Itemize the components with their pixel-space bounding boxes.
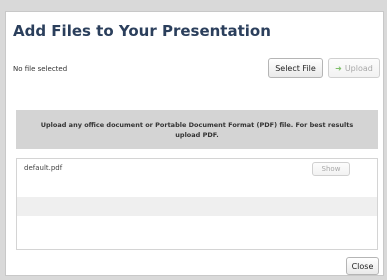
upload-button[interactable]: ➜ Upload: [328, 58, 380, 78]
show-label: Show: [321, 165, 341, 173]
file-name: default.pdf: [24, 164, 63, 172]
dialog-title: Add Files to Your Presentation: [13, 22, 271, 40]
upload-label: Upload: [344, 63, 373, 73]
arrow-right-icon: ➜: [335, 63, 342, 73]
list-item-empty: [17, 216, 377, 235]
close-label: Close: [351, 261, 374, 271]
close-button[interactable]: Close: [346, 257, 379, 275]
file-selection-status: No file selected: [13, 65, 68, 73]
add-files-dialog: Add Files to Your Presentation No file s…: [5, 11, 384, 276]
select-file-label: Select File: [275, 63, 316, 73]
list-item[interactable]: default.pdf Show: [17, 159, 377, 178]
upload-info-text: Upload any office document or Portable D…: [40, 120, 354, 139]
show-file-button[interactable]: Show: [312, 162, 350, 176]
list-item-empty: [17, 197, 377, 216]
select-file-button[interactable]: Select File: [268, 58, 323, 78]
list-item-empty: [17, 178, 377, 197]
upload-info-banner: Upload any office document or Portable D…: [16, 110, 378, 149]
file-list: default.pdf Show: [16, 158, 378, 250]
